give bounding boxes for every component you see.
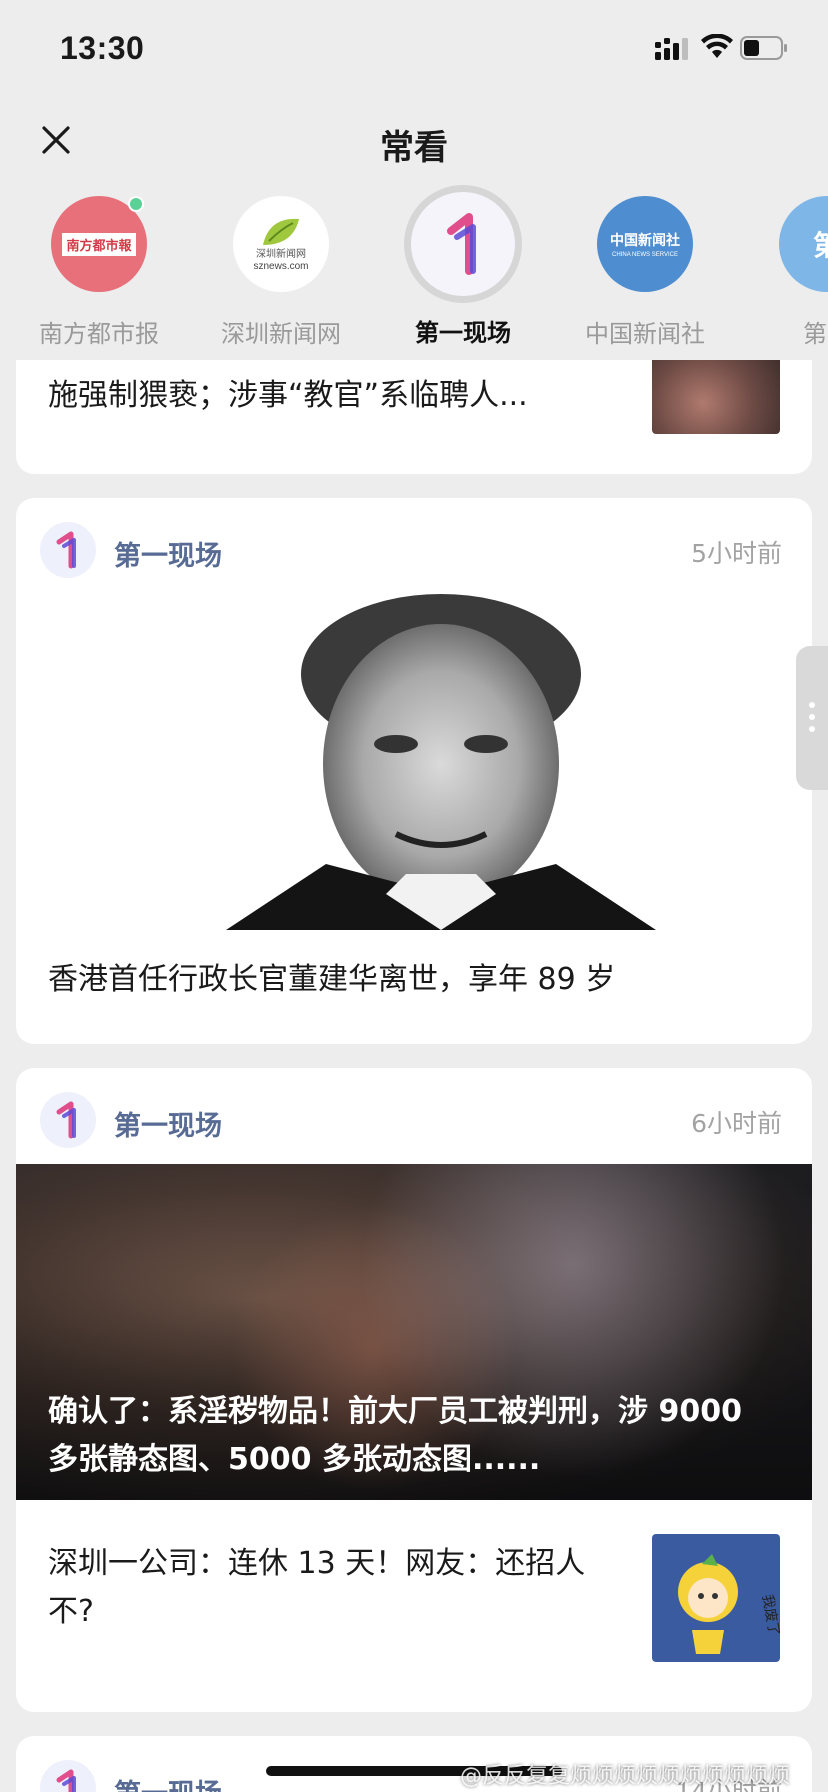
logo-text: 深圳新闻网 [256,249,306,260]
wifi-icon [701,34,733,58]
account-nanfang[interactable]: 南方都市報 南方都市报 [4,196,194,349]
account-partial[interactable]: 第 第一 [732,196,828,349]
news-image [206,594,676,930]
account-sznews[interactable]: 深圳新闻网 sznews.com 深圳新闻网 [186,196,376,349]
account-name: 第一 [803,320,828,348]
logo-text: 南方都市報 [62,232,136,256]
source-name[interactable]: 第一现场 [114,1772,222,1792]
account-name: 中国新闻社 [585,320,705,348]
news-headline: 深圳一公司：连休 13 天！网友：还招人不? [48,1546,586,1629]
signal-icon [655,38,688,60]
source-name[interactable]: 第一现场 [114,1104,222,1143]
account-name: 第一现场 [415,319,511,347]
banner-headline: 确认了：系淫秽物品！前大厂员工被判刑，涉 9000 多张静态图、5000 多张动… [48,1394,742,1477]
source-logo-icon[interactable] [40,522,96,578]
frequent-accounts-strip: 南方都市報 南方都市报 深圳新闻网 sznews.com 深圳新闻网 第一现场 … [0,180,828,360]
news-card[interactable]: 第一现场 5小时前 香港首任行政长官董建华离世，享年 89 岁 [16,498,812,1044]
diyixianchang-logo-icon [404,185,522,303]
account-chinanews[interactable]: 中国新闻社 CHINA NEWS SERVICE 中国新闻社 [550,196,740,349]
logo-text: 中国新闻社 [610,233,680,249]
publish-time: 6小时前 [691,1109,782,1138]
svg-text:我废了: 我废了 [759,1593,780,1637]
floating-side-tab[interactable] [796,646,828,790]
page-title: 常看 [380,128,448,168]
list-item[interactable]: 深圳一公司：连休 13 天！网友：还招人不? 我废了 [16,1500,812,1712]
card-header: 第一现场 5小时前 [40,522,782,578]
battery-icon [740,36,787,60]
card-header: 第一现场 6小时前 [40,1092,782,1148]
chinanews-logo-icon: 中国新闻社 CHINA NEWS SERVICE [597,196,693,292]
news-headline: 施强制猥亵；涉事“教官”系临聘人... [48,378,528,413]
source-name[interactable]: 第一现场 [114,534,222,573]
logo-subtext: CHINA NEWS SERVICE [612,252,678,258]
partial-logo-icon: 第 [779,196,828,292]
news-thumbnail: 我废了 [652,1534,780,1662]
status-bar: 13:30 [0,0,828,100]
update-dot [128,196,144,212]
news-headline: 香港首任行政长官董建华离世，享年 89 岁 [48,962,616,997]
source-logo-icon[interactable] [40,1092,96,1148]
banner-news-item[interactable]: 确认了：系淫秽物品！前大厂员工被判刑，涉 9000 多张静态图、5000 多张动… [16,1164,812,1500]
publish-time: 5小时前 [691,539,782,568]
leaf-icon [263,218,299,245]
account-diyixianchang[interactable]: 第一现场 [368,185,558,348]
logo-text: 第 [812,229,828,262]
logo-subtext: sznews.com [253,261,309,272]
watermark: @反反复复烦烦烦烦烦烦烦烦烦烦 [460,1764,791,1789]
news-card[interactable]: 第一现场 6小时前 确认了：系淫秽物品！前大厂员工被判刑，涉 9000 多张静态… [16,1068,812,1712]
sznews-logo-icon: 深圳新闻网 sznews.com [233,196,329,292]
nav-bar: 常看 [0,100,828,180]
source-logo-icon[interactable] [40,1760,96,1792]
account-name: 深圳新闻网 [221,320,341,348]
status-time: 13:30 [60,30,145,66]
account-name: 南方都市报 [39,320,159,348]
